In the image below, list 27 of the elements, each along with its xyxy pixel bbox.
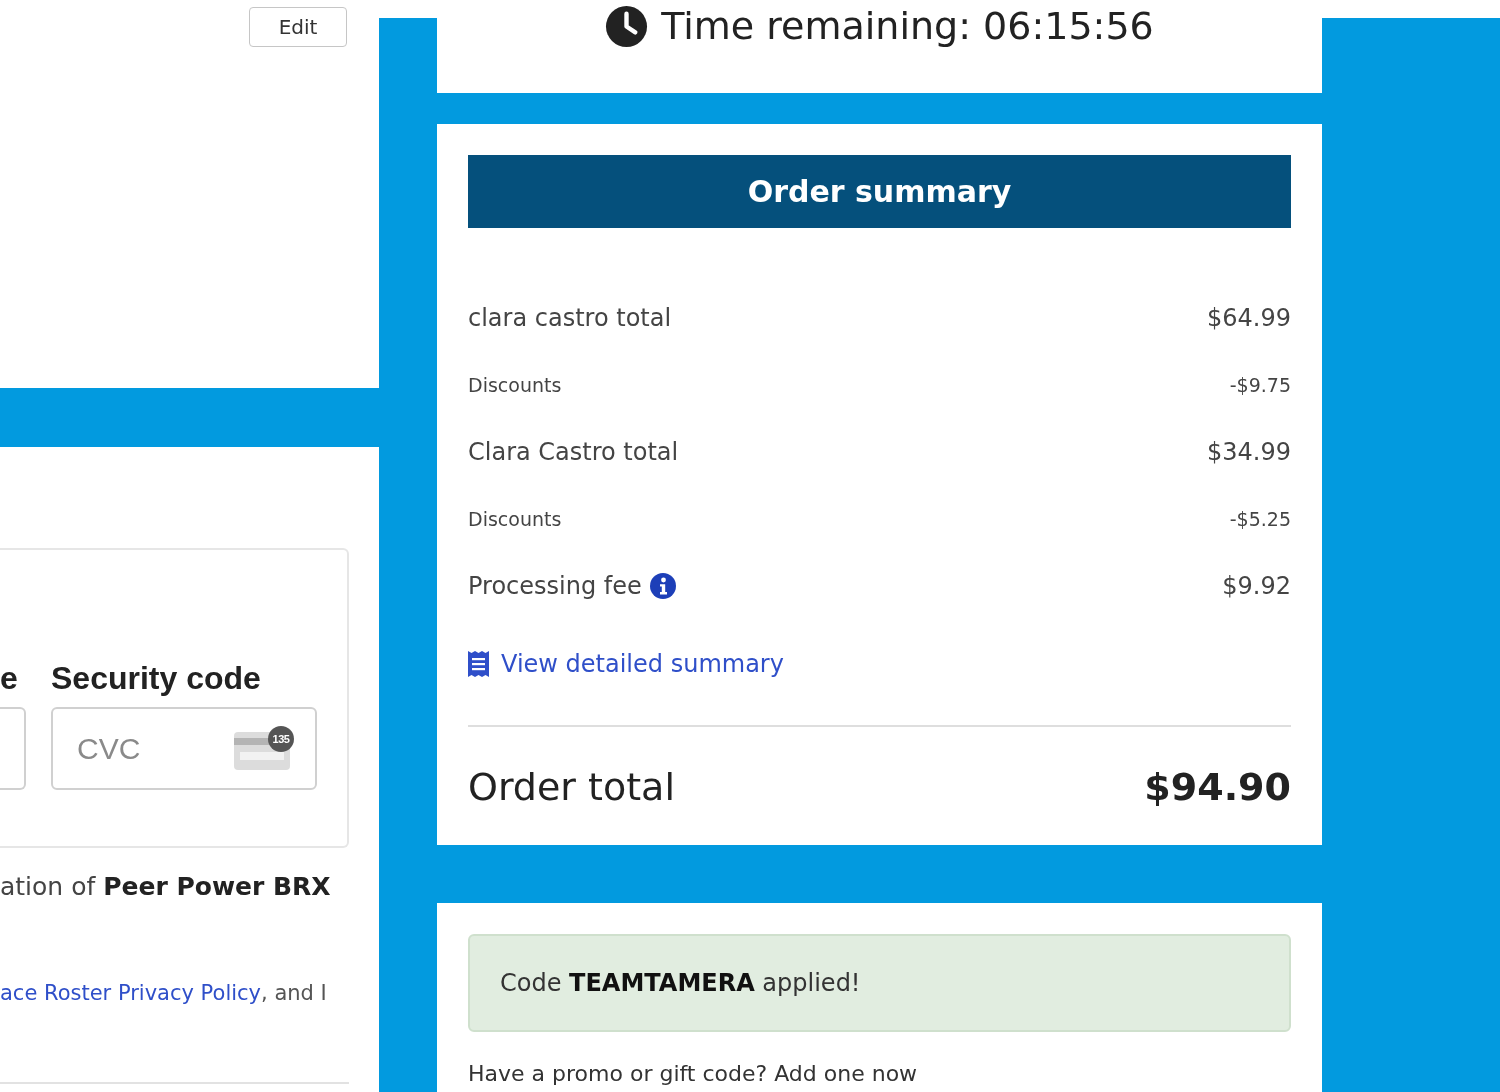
promo-prompt-text: Have a promo or gift code? Add one now [468, 1061, 919, 1087]
input-field[interactable] [0, 707, 26, 790]
edit-button[interactable]: Edit [249, 7, 347, 47]
privacy-policy-link[interactable]: ace Roster Privacy Policy [0, 981, 262, 1005]
privacy-text: ace Roster Privacy Policy, and I [0, 980, 328, 1007]
order-total-amount: $94.90 [1144, 764, 1291, 809]
promo-applied-alert: Code TEAMTAMERA applied! [468, 934, 1291, 1032]
line-label: Processing fee [468, 571, 642, 600]
line-amount: -$5.25 [1229, 507, 1291, 530]
receipt-icon [468, 651, 489, 677]
line-amount: $9.92 [1222, 571, 1291, 600]
line-label: clara castro total [468, 303, 672, 332]
line-label: Discounts [468, 507, 562, 530]
field-label: e [0, 659, 19, 698]
view-detailed-summary-link[interactable]: View detailed summary [468, 650, 784, 678]
line-label: Discounts [468, 373, 562, 396]
line-amount: -$9.75 [1229, 373, 1291, 396]
line-amount: $34.99 [1207, 437, 1291, 466]
agreement-text: ation of Peer Power BRX [0, 871, 332, 903]
order-total-label: Order total [468, 764, 675, 809]
field-label: Security code [51, 659, 262, 698]
clock-icon [605, 4, 649, 48]
line-amount: $64.99 [1207, 303, 1291, 332]
time-remaining-text: Time remaining: 06:15:56 [661, 3, 1154, 50]
info-icon[interactable] [649, 572, 676, 599]
order-summary-heading: Order summary [468, 155, 1291, 228]
line-label: Clara Castro total [468, 437, 679, 466]
